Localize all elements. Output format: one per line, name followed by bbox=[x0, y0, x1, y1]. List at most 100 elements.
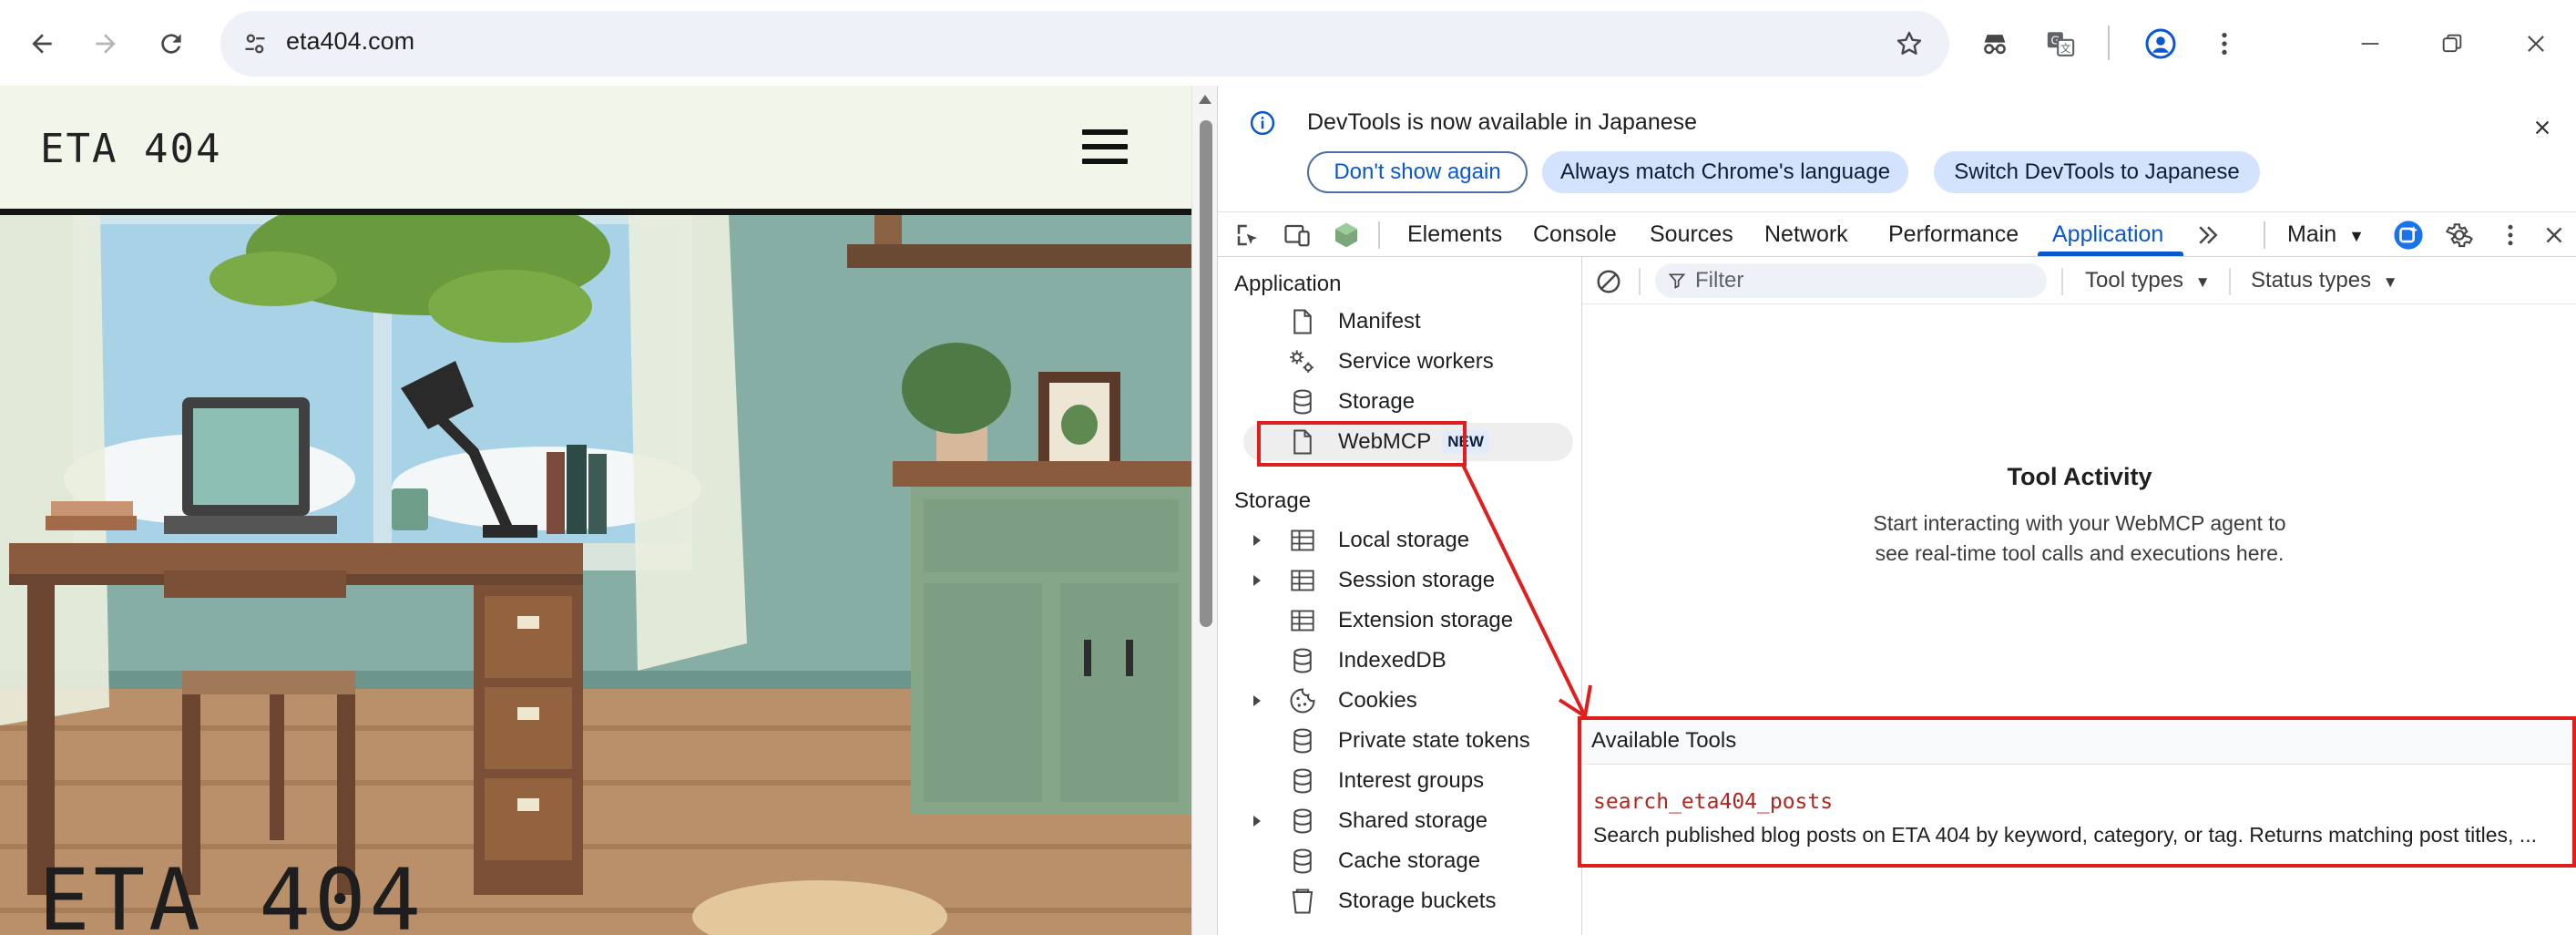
close-icon bbox=[2528, 36, 2544, 52]
tab-performance[interactable]: Performance bbox=[1888, 212, 2019, 257]
caret-down-icon: ▼ bbox=[2348, 227, 2365, 245]
sidebar-item-cache-storage[interactable]: Cache storage bbox=[1243, 842, 1573, 880]
sidebar-item-service-workers[interactable]: Service workers bbox=[1243, 343, 1573, 381]
sidebar-item-local-storage[interactable]: Local storage bbox=[1243, 521, 1573, 560]
clear-button[interactable] bbox=[1593, 266, 1624, 297]
inspect-element-button[interactable] bbox=[1231, 218, 1265, 252]
expand-arrow-icon[interactable] bbox=[1243, 534, 1271, 547]
expand-arrow-icon[interactable] bbox=[1243, 815, 1271, 827]
info-icon bbox=[1249, 109, 1276, 137]
tab-elements[interactable]: Elements bbox=[1407, 212, 1502, 257]
filter-input[interactable] bbox=[1695, 265, 2032, 296]
site-info-button[interactable] bbox=[233, 22, 277, 66]
sidebar-item-label: Local storage bbox=[1338, 528, 1470, 552]
device-toolbar-button[interactable] bbox=[1280, 218, 1314, 252]
sidebar-item-label: Interest groups bbox=[1338, 768, 1485, 793]
hexagon-icon bbox=[1335, 222, 1357, 248]
bookmark-button[interactable] bbox=[1887, 22, 1931, 66]
tab-application[interactable]: Application bbox=[2052, 212, 2163, 257]
application-sidebar: Application Manifest Service workers Storag… bbox=[1218, 257, 1582, 935]
always-match-language-button[interactable]: Always match Chrome's language bbox=[1542, 151, 1908, 193]
database-icon bbox=[1282, 727, 1324, 755]
sidebar-item-label: Session storage bbox=[1338, 568, 1496, 592]
sidebar-item-label: Service workers bbox=[1338, 349, 1494, 374]
dont-show-again-button[interactable]: Don't show again bbox=[1307, 151, 1528, 193]
context-selector[interactable]: Main ▼ bbox=[2287, 212, 2365, 257]
sidebar-item-label: Cookies bbox=[1338, 688, 1417, 713]
devtools-menu-button[interactable] bbox=[2493, 218, 2528, 252]
filter-toolbar: Tool types ▼ Status types ▼ bbox=[1582, 257, 2576, 304]
language-infobar: DevTools is now available in Japanese Do… bbox=[1218, 86, 2576, 211]
switch-to-japanese-button[interactable]: Switch DevTools to Japanese bbox=[1934, 151, 2260, 193]
sidebar-item-extension-storage[interactable]: Extension storage bbox=[1243, 601, 1573, 640]
forward-button[interactable] bbox=[80, 18, 131, 69]
tool-activity-description-line: Start interacting with your WebMCP agent… bbox=[1873, 511, 2286, 535]
document-icon bbox=[1282, 308, 1324, 335]
site-header: ETA 404 bbox=[0, 86, 1191, 215]
profile-button[interactable] bbox=[2135, 18, 2186, 69]
sidebar-item-label: Storage bbox=[1338, 389, 1416, 414]
devtools-toolbar: Elements Console Sources Network Perform… bbox=[1218, 211, 2576, 257]
url-text[interactable]: eta404.com bbox=[286, 27, 414, 56]
translate-icon: G文 bbox=[2047, 32, 2075, 57]
toolbar-divider bbox=[2108, 26, 2110, 60]
back-button[interactable] bbox=[16, 18, 67, 69]
expand-arrow-icon[interactable] bbox=[1243, 694, 1271, 707]
tab-network[interactable]: Network bbox=[1764, 212, 1848, 257]
reload-button[interactable] bbox=[146, 18, 197, 69]
page-viewport: ETA 404 ETA 404 bbox=[0, 86, 1191, 935]
site-logo[interactable]: ETA 404 bbox=[40, 126, 221, 172]
sidebar-item-indexeddb[interactable]: IndexedDB bbox=[1243, 642, 1573, 680]
restore-button[interactable] bbox=[2427, 18, 2478, 69]
status-types-label: Status types bbox=[2251, 268, 2372, 293]
minimize-button[interactable] bbox=[2345, 18, 2396, 69]
address-bar[interactable]: eta404.com bbox=[220, 11, 1949, 77]
table-icon bbox=[1282, 568, 1324, 593]
incognito-icon bbox=[1984, 35, 2006, 55]
sidebar-item-private-state-tokens[interactable]: Private state tokens bbox=[1243, 722, 1573, 760]
ai-assistance-button[interactable] bbox=[2391, 218, 2426, 252]
settings-button[interactable] bbox=[2442, 218, 2477, 252]
back-arrow-icon bbox=[32, 34, 52, 54]
database-icon bbox=[1282, 647, 1324, 674]
sidebar-item-cookies[interactable]: Cookies bbox=[1243, 682, 1573, 720]
sidebar-item-label: Private state tokens bbox=[1338, 728, 1530, 753]
tab-sources[interactable]: Sources bbox=[1650, 212, 1733, 257]
extension-panel-button[interactable] bbox=[1329, 218, 1364, 252]
sidebar-item-interest-groups[interactable]: Interest groups bbox=[1243, 762, 1573, 800]
sidebar-item-storage[interactable]: Storage bbox=[1243, 383, 1573, 421]
sidebar-item-manifest[interactable]: Manifest bbox=[1243, 303, 1573, 341]
page-scrollbar[interactable] bbox=[1191, 86, 1217, 935]
sidebar-item-label: IndexedDB bbox=[1338, 648, 1446, 673]
sidebar-item-shared-storage[interactable]: Shared storage bbox=[1243, 802, 1573, 840]
restore-window-icon bbox=[2442, 34, 2462, 53]
tab-console[interactable]: Console bbox=[1533, 212, 1617, 257]
tool-types-label: Tool types bbox=[2085, 268, 2184, 293]
annotation-highlight-available-tools bbox=[1578, 716, 2576, 868]
close-icon bbox=[2546, 227, 2562, 243]
infobar-close-button[interactable] bbox=[2526, 111, 2559, 144]
reload-icon bbox=[161, 34, 181, 54]
more-tabs-button[interactable] bbox=[2191, 218, 2225, 252]
expand-arrow-icon[interactable] bbox=[1243, 574, 1271, 587]
minimize-icon bbox=[2361, 43, 2379, 45]
filter-field[interactable] bbox=[1655, 263, 2047, 298]
incognito-extension-button[interactable] bbox=[1969, 18, 2020, 69]
translate-button[interactable]: G文 bbox=[2035, 18, 2086, 69]
scroll-thumb[interactable] bbox=[1200, 120, 1212, 627]
bucket-icon bbox=[1282, 888, 1324, 915]
close-devtools-button[interactable] bbox=[2537, 218, 2571, 252]
sidebar-item-storage-buckets[interactable]: Storage buckets bbox=[1243, 882, 1573, 920]
tool-activity-description: Start interacting with your WebMCP agent… bbox=[1801, 509, 2358, 569]
hamburger-menu-icon[interactable] bbox=[1082, 129, 1139, 170]
tool-types-dropdown[interactable]: Tool types ▼ bbox=[2085, 257, 2211, 304]
sidebar-item-session-storage[interactable]: Session storage bbox=[1243, 561, 1573, 600]
browser-menu-button[interactable] bbox=[2199, 18, 2250, 69]
status-types-dropdown[interactable]: Status types ▼ bbox=[2251, 257, 2398, 304]
service-workers-icon bbox=[1282, 348, 1324, 375]
tune-icon bbox=[245, 34, 265, 54]
scroll-up-icon[interactable] bbox=[1192, 93, 1218, 113]
database-icon bbox=[1282, 767, 1324, 795]
close-window-button[interactable] bbox=[2510, 18, 2561, 69]
cookie-icon bbox=[1282, 687, 1324, 714]
